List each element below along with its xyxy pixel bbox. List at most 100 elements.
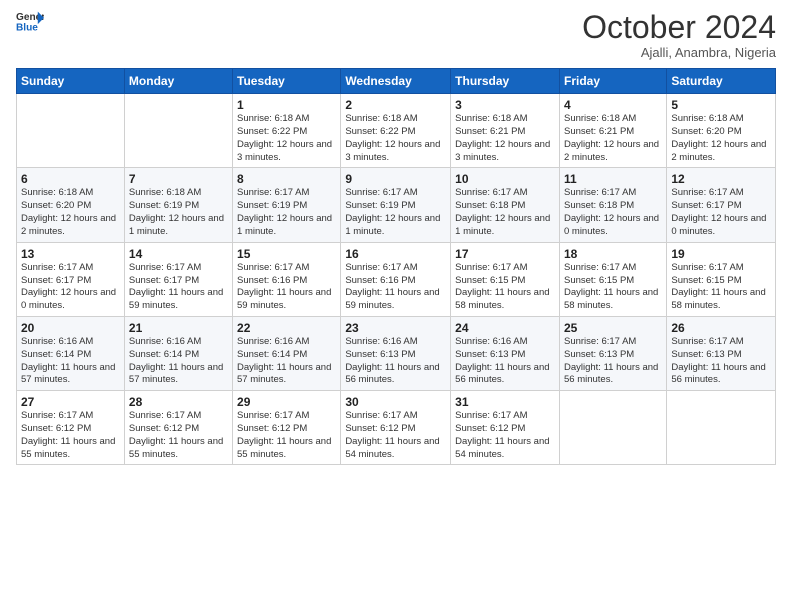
day-number: 21: [129, 321, 228, 335]
calendar-week-3: 13Sunrise: 6:17 AM Sunset: 6:17 PM Dayli…: [17, 242, 776, 316]
day-info: Sunrise: 6:17 AM Sunset: 6:12 PM Dayligh…: [21, 410, 120, 461]
col-friday: Friday: [559, 69, 666, 94]
day-info: Sunrise: 6:18 AM Sunset: 6:20 PM Dayligh…: [671, 113, 771, 164]
calendar-cell: 15Sunrise: 6:17 AM Sunset: 6:16 PM Dayli…: [233, 242, 341, 316]
calendar-week-2: 6Sunrise: 6:18 AM Sunset: 6:20 PM Daylig…: [17, 168, 776, 242]
day-info: Sunrise: 6:17 AM Sunset: 6:16 PM Dayligh…: [345, 262, 446, 313]
calendar-cell: 21Sunrise: 6:16 AM Sunset: 6:14 PM Dayli…: [124, 316, 232, 390]
day-number: 7: [129, 172, 228, 186]
calendar-cell: 11Sunrise: 6:17 AM Sunset: 6:18 PM Dayli…: [559, 168, 666, 242]
day-number: 10: [455, 172, 555, 186]
day-info: Sunrise: 6:17 AM Sunset: 6:12 PM Dayligh…: [237, 410, 336, 461]
day-number: 3: [455, 98, 555, 112]
day-info: Sunrise: 6:17 AM Sunset: 6:17 PM Dayligh…: [21, 262, 120, 313]
calendar-cell: 10Sunrise: 6:17 AM Sunset: 6:18 PM Dayli…: [451, 168, 560, 242]
calendar-cell: [124, 94, 232, 168]
calendar-cell: 18Sunrise: 6:17 AM Sunset: 6:15 PM Dayli…: [559, 242, 666, 316]
col-tuesday: Tuesday: [233, 69, 341, 94]
calendar-cell: [17, 94, 125, 168]
day-info: Sunrise: 6:17 AM Sunset: 6:12 PM Dayligh…: [455, 410, 555, 461]
day-info: Sunrise: 6:17 AM Sunset: 6:15 PM Dayligh…: [455, 262, 555, 313]
col-monday: Monday: [124, 69, 232, 94]
calendar-cell: 17Sunrise: 6:17 AM Sunset: 6:15 PM Dayli…: [451, 242, 560, 316]
day-number: 4: [564, 98, 662, 112]
day-info: Sunrise: 6:17 AM Sunset: 6:17 PM Dayligh…: [671, 187, 771, 238]
day-number: 11: [564, 172, 662, 186]
calendar-week-5: 27Sunrise: 6:17 AM Sunset: 6:12 PM Dayli…: [17, 391, 776, 465]
day-info: Sunrise: 6:17 AM Sunset: 6:12 PM Dayligh…: [345, 410, 446, 461]
day-info: Sunrise: 6:16 AM Sunset: 6:14 PM Dayligh…: [237, 336, 336, 387]
col-sunday: Sunday: [17, 69, 125, 94]
day-info: Sunrise: 6:16 AM Sunset: 6:13 PM Dayligh…: [455, 336, 555, 387]
calendar-cell: 7Sunrise: 6:18 AM Sunset: 6:19 PM Daylig…: [124, 168, 232, 242]
day-info: Sunrise: 6:17 AM Sunset: 6:18 PM Dayligh…: [564, 187, 662, 238]
calendar-cell: 9Sunrise: 6:17 AM Sunset: 6:19 PM Daylig…: [341, 168, 451, 242]
header: General Blue October 2024 Ajalli, Anambr…: [16, 10, 776, 60]
day-number: 16: [345, 247, 446, 261]
calendar-cell: 27Sunrise: 6:17 AM Sunset: 6:12 PM Dayli…: [17, 391, 125, 465]
day-number: 24: [455, 321, 555, 335]
day-info: Sunrise: 6:18 AM Sunset: 6:19 PM Dayligh…: [129, 187, 228, 238]
day-info: Sunrise: 6:17 AM Sunset: 6:17 PM Dayligh…: [129, 262, 228, 313]
day-number: 14: [129, 247, 228, 261]
calendar: Sunday Monday Tuesday Wednesday Thursday…: [16, 68, 776, 465]
day-info: Sunrise: 6:17 AM Sunset: 6:12 PM Dayligh…: [129, 410, 228, 461]
logo: General Blue: [16, 10, 46, 32]
day-number: 17: [455, 247, 555, 261]
day-info: Sunrise: 6:18 AM Sunset: 6:21 PM Dayligh…: [564, 113, 662, 164]
calendar-cell: 12Sunrise: 6:17 AM Sunset: 6:17 PM Dayli…: [667, 168, 776, 242]
calendar-header-row: Sunday Monday Tuesday Wednesday Thursday…: [17, 69, 776, 94]
day-number: 20: [21, 321, 120, 335]
day-number: 2: [345, 98, 446, 112]
day-info: Sunrise: 6:16 AM Sunset: 6:14 PM Dayligh…: [21, 336, 120, 387]
calendar-cell: 23Sunrise: 6:16 AM Sunset: 6:13 PM Dayli…: [341, 316, 451, 390]
calendar-cell: 20Sunrise: 6:16 AM Sunset: 6:14 PM Dayli…: [17, 316, 125, 390]
col-wednesday: Wednesday: [341, 69, 451, 94]
day-number: 28: [129, 395, 228, 409]
calendar-cell: 2Sunrise: 6:18 AM Sunset: 6:22 PM Daylig…: [341, 94, 451, 168]
calendar-cell: 8Sunrise: 6:17 AM Sunset: 6:19 PM Daylig…: [233, 168, 341, 242]
day-number: 31: [455, 395, 555, 409]
month-title: October 2024: [582, 10, 776, 45]
day-number: 30: [345, 395, 446, 409]
calendar-cell: [667, 391, 776, 465]
calendar-cell: 30Sunrise: 6:17 AM Sunset: 6:12 PM Dayli…: [341, 391, 451, 465]
day-number: 15: [237, 247, 336, 261]
calendar-cell: 24Sunrise: 6:16 AM Sunset: 6:13 PM Dayli…: [451, 316, 560, 390]
day-info: Sunrise: 6:17 AM Sunset: 6:19 PM Dayligh…: [237, 187, 336, 238]
day-number: 1: [237, 98, 336, 112]
day-number: 25: [564, 321, 662, 335]
calendar-week-4: 20Sunrise: 6:16 AM Sunset: 6:14 PM Dayli…: [17, 316, 776, 390]
calendar-cell: 5Sunrise: 6:18 AM Sunset: 6:20 PM Daylig…: [667, 94, 776, 168]
day-number: 22: [237, 321, 336, 335]
day-info: Sunrise: 6:17 AM Sunset: 6:13 PM Dayligh…: [671, 336, 771, 387]
day-number: 13: [21, 247, 120, 261]
day-number: 9: [345, 172, 446, 186]
day-info: Sunrise: 6:18 AM Sunset: 6:22 PM Dayligh…: [345, 113, 446, 164]
day-number: 18: [564, 247, 662, 261]
day-number: 29: [237, 395, 336, 409]
svg-text:Blue: Blue: [16, 22, 38, 32]
day-number: 26: [671, 321, 771, 335]
calendar-cell: 3Sunrise: 6:18 AM Sunset: 6:21 PM Daylig…: [451, 94, 560, 168]
day-info: Sunrise: 6:17 AM Sunset: 6:19 PM Dayligh…: [345, 187, 446, 238]
day-info: Sunrise: 6:18 AM Sunset: 6:22 PM Dayligh…: [237, 113, 336, 164]
calendar-cell: 22Sunrise: 6:16 AM Sunset: 6:14 PM Dayli…: [233, 316, 341, 390]
day-number: 5: [671, 98, 771, 112]
calendar-cell: 26Sunrise: 6:17 AM Sunset: 6:13 PM Dayli…: [667, 316, 776, 390]
subtitle: Ajalli, Anambra, Nigeria: [582, 45, 776, 60]
day-info: Sunrise: 6:16 AM Sunset: 6:13 PM Dayligh…: [345, 336, 446, 387]
day-info: Sunrise: 6:18 AM Sunset: 6:21 PM Dayligh…: [455, 113, 555, 164]
calendar-cell: 29Sunrise: 6:17 AM Sunset: 6:12 PM Dayli…: [233, 391, 341, 465]
day-number: 19: [671, 247, 771, 261]
calendar-cell: 28Sunrise: 6:17 AM Sunset: 6:12 PM Dayli…: [124, 391, 232, 465]
day-number: 23: [345, 321, 446, 335]
col-saturday: Saturday: [667, 69, 776, 94]
day-info: Sunrise: 6:16 AM Sunset: 6:14 PM Dayligh…: [129, 336, 228, 387]
day-number: 8: [237, 172, 336, 186]
calendar-cell: 6Sunrise: 6:18 AM Sunset: 6:20 PM Daylig…: [17, 168, 125, 242]
day-number: 6: [21, 172, 120, 186]
title-block: October 2024 Ajalli, Anambra, Nigeria: [582, 10, 776, 60]
calendar-cell: 14Sunrise: 6:17 AM Sunset: 6:17 PM Dayli…: [124, 242, 232, 316]
day-info: Sunrise: 6:17 AM Sunset: 6:16 PM Dayligh…: [237, 262, 336, 313]
